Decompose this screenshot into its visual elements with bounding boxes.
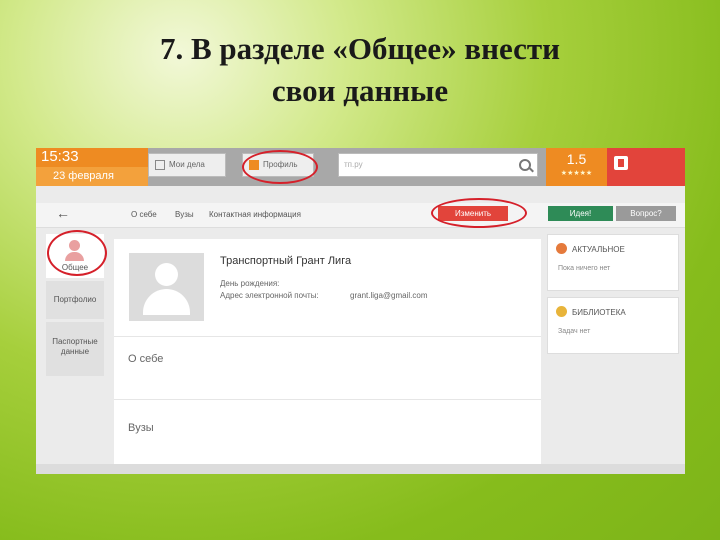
- annotation-circle-profile: [242, 150, 318, 184]
- section-universities: Вузы: [128, 422, 154, 434]
- clock-time: 15:33: [41, 148, 79, 165]
- slide-title-line-2: свои данные: [271, 73, 449, 108]
- news-icon: [556, 243, 567, 254]
- avatar[interactable]: [129, 253, 204, 321]
- library-panel-title: БИБЛИОТЕКА: [572, 308, 626, 317]
- section-about: О себе: [128, 353, 164, 365]
- nav-item-passport[interactable]: Паспортные данные: [46, 322, 104, 376]
- news-panel-title: АКТУАЛЬНОЕ: [572, 245, 625, 254]
- profile-card: Транспортный Грант Лига День рождения: А…: [114, 239, 541, 474]
- rating-stars: ★★★★★: [560, 170, 593, 177]
- clock-widget: 15:33 23 февраля: [36, 148, 148, 186]
- tab-universities[interactable]: Вузы: [175, 210, 194, 219]
- bottom-strip: [36, 464, 685, 474]
- search-input[interactable]: тп.ру: [338, 153, 538, 177]
- back-arrow-icon[interactable]: ←: [56, 205, 70, 221]
- birthday-label: День рождения:: [220, 279, 280, 288]
- divider: [114, 336, 541, 337]
- nav-item-passport-label-2: данные: [60, 347, 90, 356]
- library-panel[interactable]: БИБЛИОТЕКА Задач нет: [547, 297, 679, 354]
- tab-contact-info[interactable]: Контактная информация: [209, 210, 301, 219]
- top-bar: 15:33 23 февраля Мои дела Профиль тп.ру …: [36, 148, 685, 186]
- clock-date: 23 февраля: [36, 167, 148, 186]
- nav-item-passport-label-1: Паспортные: [52, 337, 98, 346]
- ask-question-button[interactable]: Вопрос?: [616, 206, 676, 221]
- nav-item-portfolio[interactable]: Портфолио: [46, 281, 104, 319]
- library-icon: [556, 306, 567, 317]
- search-placeholder: тп.ру: [344, 160, 363, 169]
- slide-title-line-1: 7. В разделе «Общее» внести: [159, 31, 561, 66]
- divider: [114, 399, 541, 400]
- profile-name: Транспортный Грант Лига: [220, 255, 352, 267]
- idea-button[interactable]: Идея!: [548, 206, 613, 221]
- gift-icon[interactable]: [614, 156, 628, 170]
- notifications-area[interactable]: [607, 148, 685, 186]
- email-label: Адрес электронной почты:: [220, 291, 319, 300]
- rating-value: 1.5: [566, 151, 587, 167]
- search-icon[interactable]: [519, 159, 531, 171]
- document-icon: [155, 159, 165, 170]
- slide-title: 7. В разделе «Общее» внести свои данные: [0, 28, 720, 112]
- screenshot-frame: 15:33 23 февраля Мои дела Профиль тп.ру …: [36, 148, 685, 474]
- tab-my-deals-label: Мои дела: [169, 160, 205, 169]
- annotation-circle-edit: [431, 198, 527, 228]
- library-panel-status: Задач нет: [558, 328, 591, 335]
- news-panel-status: Пока ничего нет: [558, 265, 611, 272]
- profile-toolbar: ← О себе Вузы Контактная информация Изме…: [36, 203, 685, 228]
- news-panel[interactable]: АКТУАЛЬНОЕ Пока ничего нет: [547, 234, 679, 291]
- nav-item-portfolio-label: Портфолио: [53, 295, 97, 304]
- tab-about[interactable]: О себе: [131, 210, 157, 219]
- annotation-circle-general: [47, 230, 107, 276]
- email-value: grant.liga@gmail.com: [350, 291, 428, 300]
- rating-badge[interactable]: 1.5 ★★★★★: [546, 148, 607, 186]
- tab-my-deals[interactable]: Мои дела: [148, 153, 226, 177]
